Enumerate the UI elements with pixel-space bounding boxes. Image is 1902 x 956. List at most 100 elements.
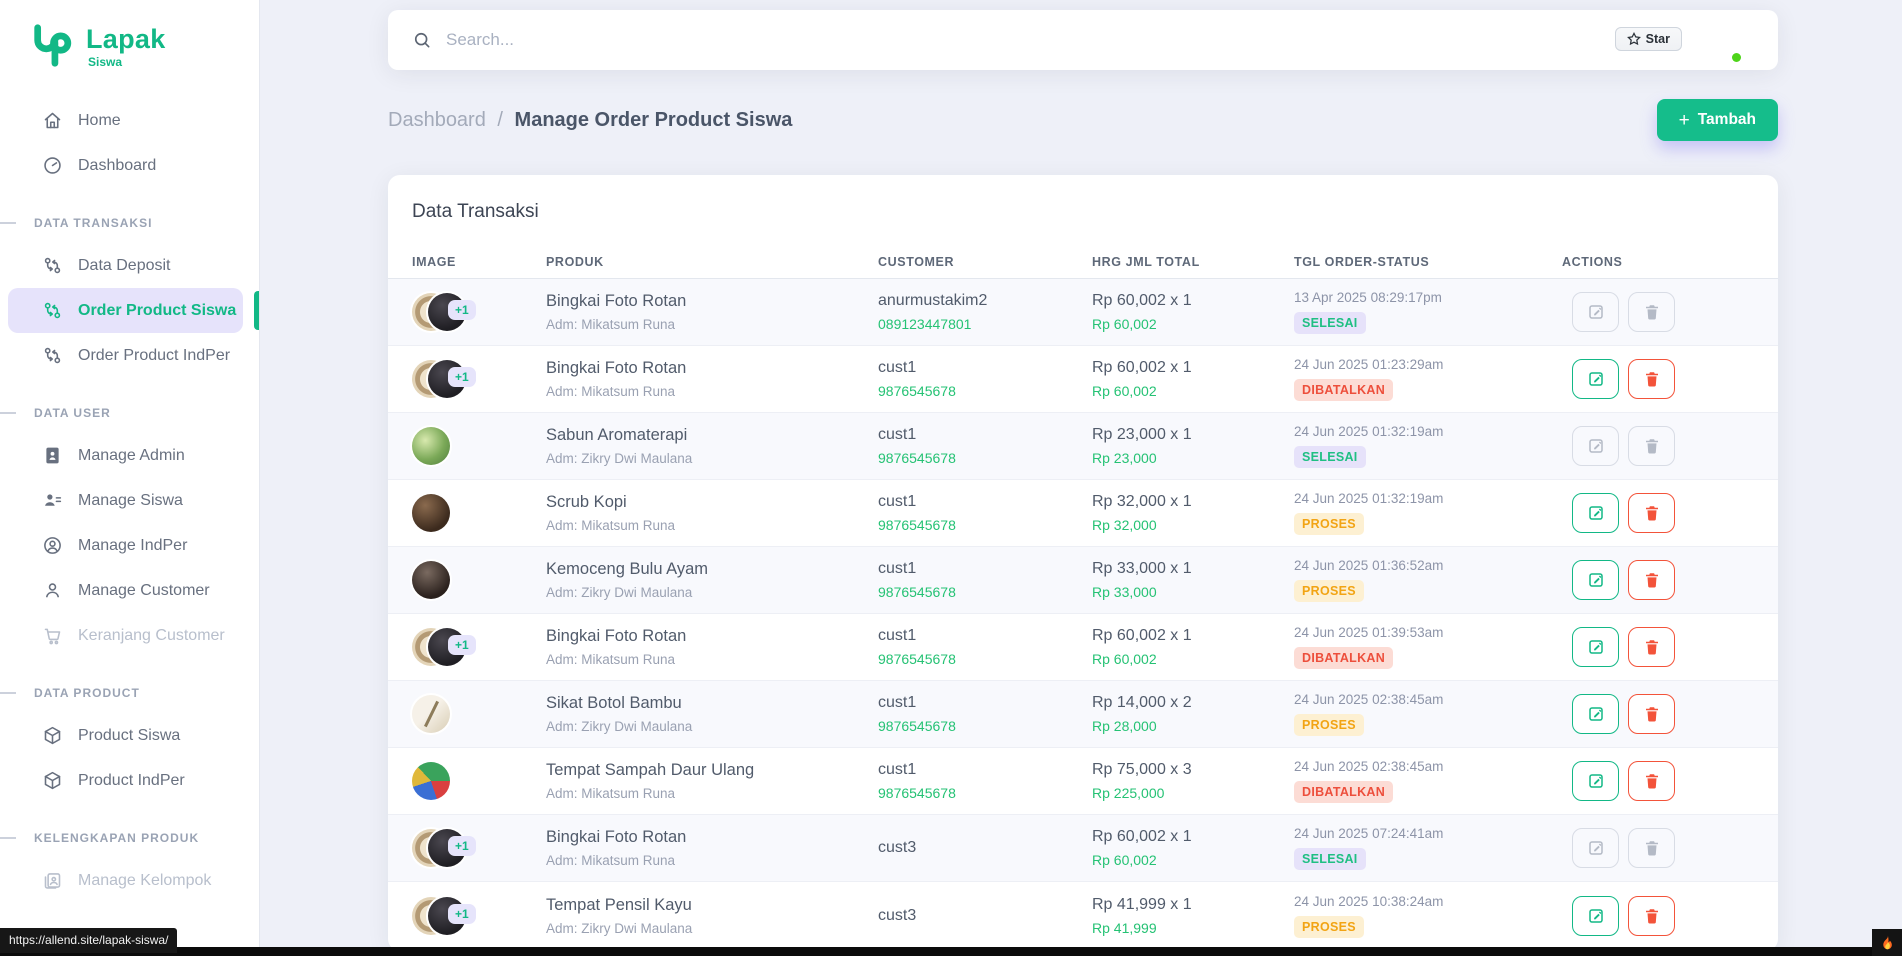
tambah-button[interactable]: + Tambah <box>1657 99 1778 141</box>
breadcrumb-parent[interactable]: Dashboard <box>388 109 486 131</box>
sidebar-item-dashboard[interactable]: Dashboard <box>8 143 245 188</box>
product-images: +1 <box>412 827 482 869</box>
edit-button[interactable] <box>1572 896 1619 936</box>
brand-subtitle: Siswa <box>88 55 166 69</box>
customer-phone: 9876545678 <box>878 718 1092 734</box>
delete-button[interactable] <box>1628 896 1675 936</box>
customer-name: cust1 <box>878 761 1092 779</box>
sidebar-item-manage-kelompok: Manage Kelompok <box>8 858 245 903</box>
column-header-customer: CUSTOMER <box>878 255 1092 269</box>
product-image <box>412 427 450 465</box>
price-total: Rp 41,999 <box>1092 920 1294 936</box>
table-row: +1 Bingkai Foto Rotan Adm: Mikatsum Runa… <box>388 279 1778 346</box>
customer-phone: 089123447801 <box>878 316 1092 332</box>
table-row: Tempat Sampah Daur Ulang Adm: Mikatsum R… <box>388 748 1778 815</box>
edit-button <box>1572 292 1619 332</box>
product-admin: Adm: Zikry Dwi Maulana <box>546 921 878 936</box>
more-images-badge: +1 <box>448 836 476 856</box>
sidebar-item-label: Keranjang Customer <box>78 627 225 645</box>
dashboard-icon <box>42 155 64 176</box>
product-admin: Adm: Zikry Dwi Maulana <box>546 719 878 734</box>
column-header-produk: PRODUK <box>546 255 878 269</box>
table-row: +1 Bingkai Foto Rotan Adm: Mikatsum Runa… <box>388 614 1778 681</box>
price-qty: Rp 23,000 x 1 <box>1092 426 1294 444</box>
status-badge: SELESAI <box>1294 848 1366 870</box>
delete-button[interactable] <box>1628 627 1675 667</box>
edit-button <box>1572 426 1619 466</box>
edit-button[interactable] <box>1572 761 1619 801</box>
status-badge: SELESAI <box>1294 312 1366 334</box>
delete-button[interactable] <box>1628 359 1675 399</box>
sidebar-item-manage-customer[interactable]: Manage Customer <box>8 568 245 613</box>
star-button[interactable]: Star <box>1615 27 1682 51</box>
active-indicator <box>254 291 259 330</box>
price-total: Rp 60,002 <box>1092 316 1294 332</box>
price-total: Rp 32,000 <box>1092 517 1294 533</box>
price-total: Rp 23,000 <box>1092 450 1294 466</box>
transaction-icon <box>42 255 64 276</box>
lapak-logo-icon <box>30 22 76 73</box>
sidebar-item-order-product-siswa[interactable]: Order Product Siswa <box>8 288 243 333</box>
sidebar-item-manage-indper[interactable]: Manage IndPer <box>8 523 245 568</box>
edit-button[interactable] <box>1572 694 1619 734</box>
table-body: +1 Bingkai Foto Rotan Adm: Mikatsum Runa… <box>388 279 1778 949</box>
table-row: Sikat Botol Bambu Adm: Zikry Dwi Maulana… <box>388 681 1778 748</box>
sidebar-item-keranjang-customer: Keranjang Customer <box>8 613 245 658</box>
more-images-badge: +1 <box>448 367 476 387</box>
edit-button[interactable] <box>1572 493 1619 533</box>
transaction-icon <box>42 300 64 321</box>
delete-button[interactable] <box>1628 694 1675 734</box>
edit-button[interactable] <box>1572 359 1619 399</box>
product-admin: Adm: Mikatsum Runa <box>546 652 878 667</box>
sidebar-item-home[interactable]: Home <box>8 98 245 143</box>
brand-logo[interactable]: Lapak Siswa <box>0 0 259 96</box>
column-header-image: IMAGE <box>412 255 546 269</box>
sidebar-item-product-indper[interactable]: Product IndPer <box>8 758 245 803</box>
sidebar-item-order-product-indper[interactable]: Order Product IndPer <box>8 333 245 378</box>
table-row: +1 Tempat Pensil Kayu Adm: Zikry Dwi Mau… <box>388 882 1778 949</box>
price-total: Rp 60,002 <box>1092 852 1294 868</box>
sidebar-item-label: Manage Kelompok <box>78 872 211 890</box>
user-circle-icon <box>42 535 64 556</box>
order-date: 24 Jun 2025 01:39:53am <box>1294 625 1562 640</box>
flame-icon <box>1878 933 1897 952</box>
table-row: Scrub Kopi Adm: Mikatsum Runa cust1 9876… <box>388 480 1778 547</box>
table-row: +1 Bingkai Foto Rotan Adm: Mikatsum Runa… <box>388 346 1778 413</box>
price-qty: Rp 75,000 x 3 <box>1092 761 1294 779</box>
customer-name: cust1 <box>878 627 1092 645</box>
order-date: 24 Jun 2025 02:38:45am <box>1294 759 1562 774</box>
sidebar-item-label: Product IndPer <box>78 772 185 790</box>
customer-phone: 9876545678 <box>878 383 1092 399</box>
edit-button[interactable] <box>1572 627 1619 667</box>
order-date: 24 Jun 2025 01:23:29am <box>1294 357 1562 372</box>
customer-name: anurmustakim2 <box>878 292 1092 310</box>
delete-button[interactable] <box>1628 560 1675 600</box>
product-name: Tempat Sampah Daur Ulang <box>546 761 878 780</box>
delete-button[interactable] <box>1628 493 1675 533</box>
section-dash <box>0 837 16 839</box>
delete-button <box>1628 828 1675 868</box>
sidebar-item-manage-siswa[interactable]: Manage Siswa <box>8 478 245 523</box>
edit-button <box>1572 828 1619 868</box>
price-total: Rp 28,000 <box>1092 718 1294 734</box>
edit-button[interactable] <box>1572 560 1619 600</box>
product-name: Bingkai Foto Rotan <box>546 828 878 847</box>
sidebar-item-data-deposit[interactable]: Data Deposit <box>8 243 245 288</box>
product-admin: Adm: Mikatsum Runa <box>546 518 878 533</box>
delete-button[interactable] <box>1628 761 1675 801</box>
customer-name: cust1 <box>878 560 1092 578</box>
sidebar-item-manage-admin[interactable]: Manage Admin <box>8 433 245 478</box>
sidebar-item-product-siswa[interactable]: Product Siswa <box>8 713 245 758</box>
order-date: 24 Jun 2025 02:38:45am <box>1294 692 1562 707</box>
price-qty: Rp 32,000 x 1 <box>1092 493 1294 511</box>
flame-indicator[interactable] <box>1872 929 1902 956</box>
product-name: Bingkai Foto Rotan <box>546 359 878 378</box>
price-qty: Rp 33,000 x 1 <box>1092 560 1294 578</box>
more-images-badge: +1 <box>448 904 476 924</box>
status-badge: DIBATALKAN <box>1294 647 1393 669</box>
price-qty: Rp 60,002 x 1 <box>1092 627 1294 645</box>
topbar: Star <box>388 10 1778 70</box>
customer-phone: 9876545678 <box>878 584 1092 600</box>
product-admin: Adm: Mikatsum Runa <box>546 384 878 399</box>
search-input[interactable] <box>446 30 866 50</box>
